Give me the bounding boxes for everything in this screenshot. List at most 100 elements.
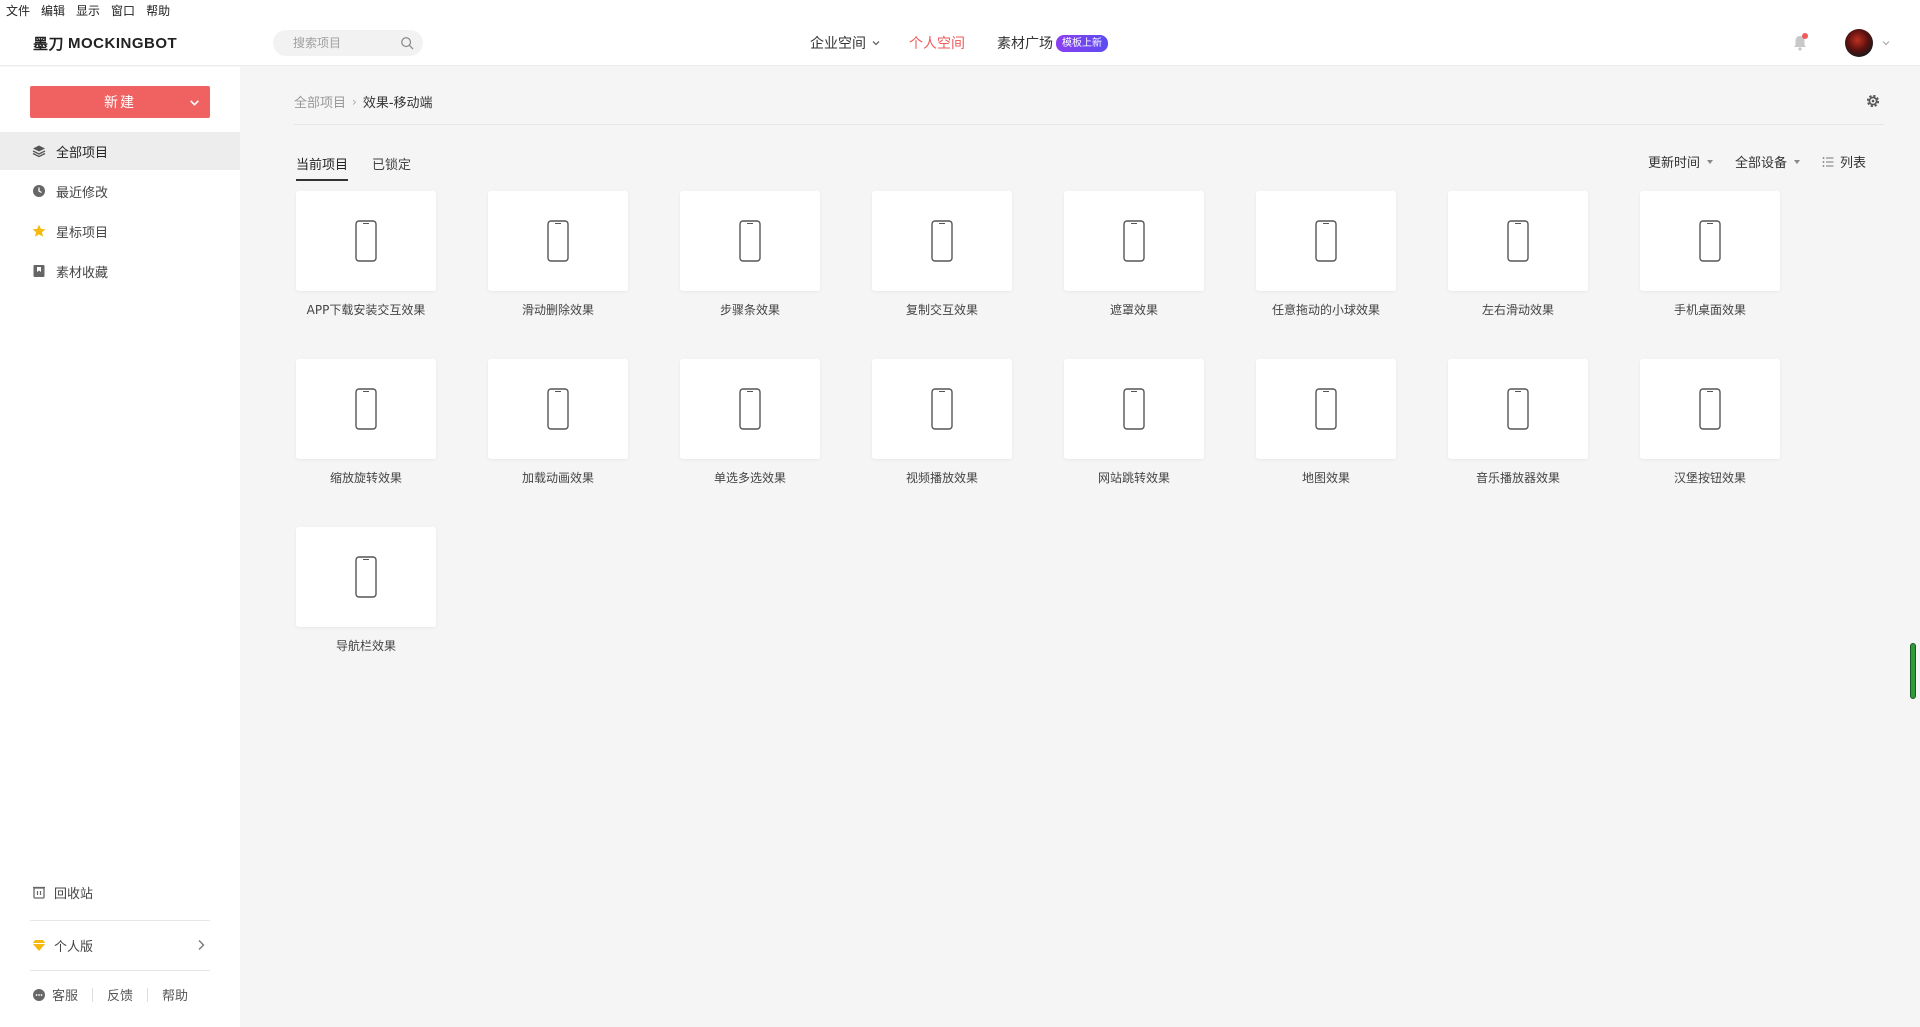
sidebar-item-label: 星标项目 <box>56 225 109 241</box>
project-name: 缩放旋转效果 <box>329 471 402 485</box>
chevron-down-icon <box>190 100 199 106</box>
nav-material-plaza[interactable]: 素材广场 模板上新 <box>997 33 1108 53</box>
sidebar-item-all-projects[interactable]: 全部项目 <box>0 132 240 170</box>
mobile-phone-icon <box>355 388 377 430</box>
mobile-phone-icon <box>1315 388 1337 430</box>
sidebar-item-material-favorites[interactable]: 素材收藏 <box>0 252 240 290</box>
mobile-phone-icon <box>547 388 569 430</box>
new-button-label: 新建 <box>104 95 136 111</box>
project-name: 网站跳转效果 <box>1097 471 1170 485</box>
nav-personal-space[interactable]: 个人空间 <box>909 33 965 53</box>
project-card[interactable]: 步骤条效果 <box>680 191 820 318</box>
menu-view[interactable]: 显示 <box>76 2 100 19</box>
device-label: 全部设备 <box>1735 156 1788 171</box>
project-thumbnail[interactable] <box>488 359 628 459</box>
sidebar-item-starred[interactable]: 星标项目 <box>0 212 240 250</box>
project-card[interactable]: 左右滑动效果 <box>1448 191 1588 318</box>
chevron-right-icon <box>198 940 205 950</box>
project-card[interactable]: 网站跳转效果 <box>1064 359 1204 486</box>
top-header: 墨刀 MOCKINGBOT 企业空间 个人空间 素材广场 模板上新 <box>0 20 1920 66</box>
project-card[interactable]: 导航栏效果 <box>296 527 436 654</box>
menu-file[interactable]: 文件 <box>6 2 30 19</box>
new-button[interactable]: 新建 <box>30 86 210 118</box>
project-card[interactable]: 复制交互效果 <box>872 191 1012 318</box>
help-link[interactable]: 帮助 <box>162 985 188 1004</box>
project-thumbnail[interactable] <box>872 359 1012 459</box>
project-thumbnail[interactable] <box>1640 191 1780 291</box>
chat-icon <box>33 988 45 1001</box>
view-label: 列表 <box>1840 156 1867 171</box>
menu-edit[interactable]: 编辑 <box>41 2 65 19</box>
project-card[interactable]: 手机桌面效果 <box>1640 191 1780 318</box>
project-name: APP下载安装交互效果 <box>306 303 426 317</box>
sidebar-item-trash[interactable]: 回收站 <box>0 877 240 907</box>
project-thumbnail[interactable] <box>1256 359 1396 459</box>
project-card[interactable]: 滑动删除效果 <box>488 191 628 318</box>
project-thumbnail[interactable] <box>680 191 820 291</box>
feedback-link[interactable]: 反馈 <box>107 985 133 1004</box>
nav-enterprise-label: 企业空间 <box>810 36 866 52</box>
chevron-down-icon[interactable] <box>1881 38 1891 48</box>
sidebar-item-recent[interactable]: 最近修改 <box>0 172 240 210</box>
search-icon[interactable] <box>400 36 414 50</box>
project-name: 滑动删除效果 <box>521 303 594 317</box>
footer-separator <box>147 987 149 1002</box>
breadcrumb-root[interactable]: 全部项目 <box>294 92 346 111</box>
project-card[interactable]: 汉堡按钮效果 <box>1640 359 1780 486</box>
project-card[interactable]: 音乐播放器效果 <box>1448 359 1588 486</box>
nav-enterprise-space[interactable]: 企业空间 <box>810 33 881 53</box>
project-thumbnail[interactable] <box>1064 359 1204 459</box>
project-thumbnail[interactable] <box>1640 359 1780 459</box>
project-card[interactable]: 缩放旋转效果 <box>296 359 436 486</box>
bookmark-icon <box>33 265 45 277</box>
project-thumbnail[interactable] <box>1064 191 1204 291</box>
project-thumbnail[interactable] <box>680 359 820 459</box>
footer-separator <box>92 987 94 1002</box>
project-card[interactable]: 地图效果 <box>1256 359 1396 486</box>
project-thumbnail[interactable] <box>296 191 436 291</box>
project-card[interactable]: APP下载安装交互效果 <box>296 191 436 318</box>
trash-label: 回收站 <box>54 886 94 902</box>
project-thumbnail[interactable] <box>1448 359 1588 459</box>
customer-service-link[interactable]: 客服 <box>32 985 78 1004</box>
tab-current-projects[interactable]: 当前项目 <box>296 154 349 181</box>
avatar[interactable] <box>1845 29 1873 57</box>
breadcrumb: 全部项目 › 效果-移动端 <box>294 92 433 112</box>
caret-down-icon <box>1794 159 1801 164</box>
sidebar-plan-personal[interactable]: 个人版 <box>0 930 240 960</box>
plan-label: 个人版 <box>54 939 94 955</box>
project-name: 左右滑动效果 <box>1481 303 1554 317</box>
menu-help[interactable]: 帮助 <box>146 2 170 19</box>
project-card[interactable]: 加载动画效果 <box>488 359 628 486</box>
search-input[interactable] <box>293 36 403 50</box>
mobile-phone-icon <box>1315 220 1337 262</box>
project-tabs: 当前项目 已锁定 <box>296 154 435 181</box>
project-thumbnail[interactable] <box>488 191 628 291</box>
project-thumbnail[interactable] <box>1256 191 1396 291</box>
project-card[interactable]: 视频播放效果 <box>872 359 1012 486</box>
project-card[interactable]: 任意拖动的小球效果 <box>1256 191 1396 318</box>
view-toggle-list[interactable]: 列表 <box>1822 152 1866 171</box>
mobile-phone-icon <box>355 556 377 598</box>
sidebar: 新建 全部项目 最近修改 星标项目 素材收藏 回收站 个人版 客服 反馈 帮助 <box>0 67 240 1027</box>
notification-bell[interactable] <box>1790 33 1810 53</box>
project-thumbnail[interactable] <box>296 527 436 627</box>
scrollbar-thumb[interactable] <box>1910 643 1916 699</box>
device-dropdown[interactable]: 全部设备 <box>1735 152 1801 171</box>
project-thumbnail[interactable] <box>872 191 1012 291</box>
chevron-down-icon <box>872 41 880 46</box>
project-name: 复制交互效果 <box>905 303 978 317</box>
project-card[interactable]: 单选多选效果 <box>680 359 820 486</box>
menu-window[interactable]: 窗口 <box>111 2 135 19</box>
caret-down-icon <box>1707 159 1714 164</box>
gear-icon[interactable] <box>1864 92 1882 110</box>
project-thumbnail[interactable] <box>1448 191 1588 291</box>
project-name: 汉堡按钮效果 <box>1673 471 1746 485</box>
nav-personal-label: 个人空间 <box>909 36 965 52</box>
project-card[interactable]: 遮罩效果 <box>1064 191 1204 318</box>
logo-glyph: 墨刀 <box>33 36 65 53</box>
project-thumbnail[interactable] <box>296 359 436 459</box>
tab-locked[interactable]: 已锁定 <box>372 154 411 181</box>
sort-dropdown[interactable]: 更新时间 <box>1648 152 1714 171</box>
app-logo[interactable]: 墨刀 MOCKINGBOT <box>33 33 177 54</box>
